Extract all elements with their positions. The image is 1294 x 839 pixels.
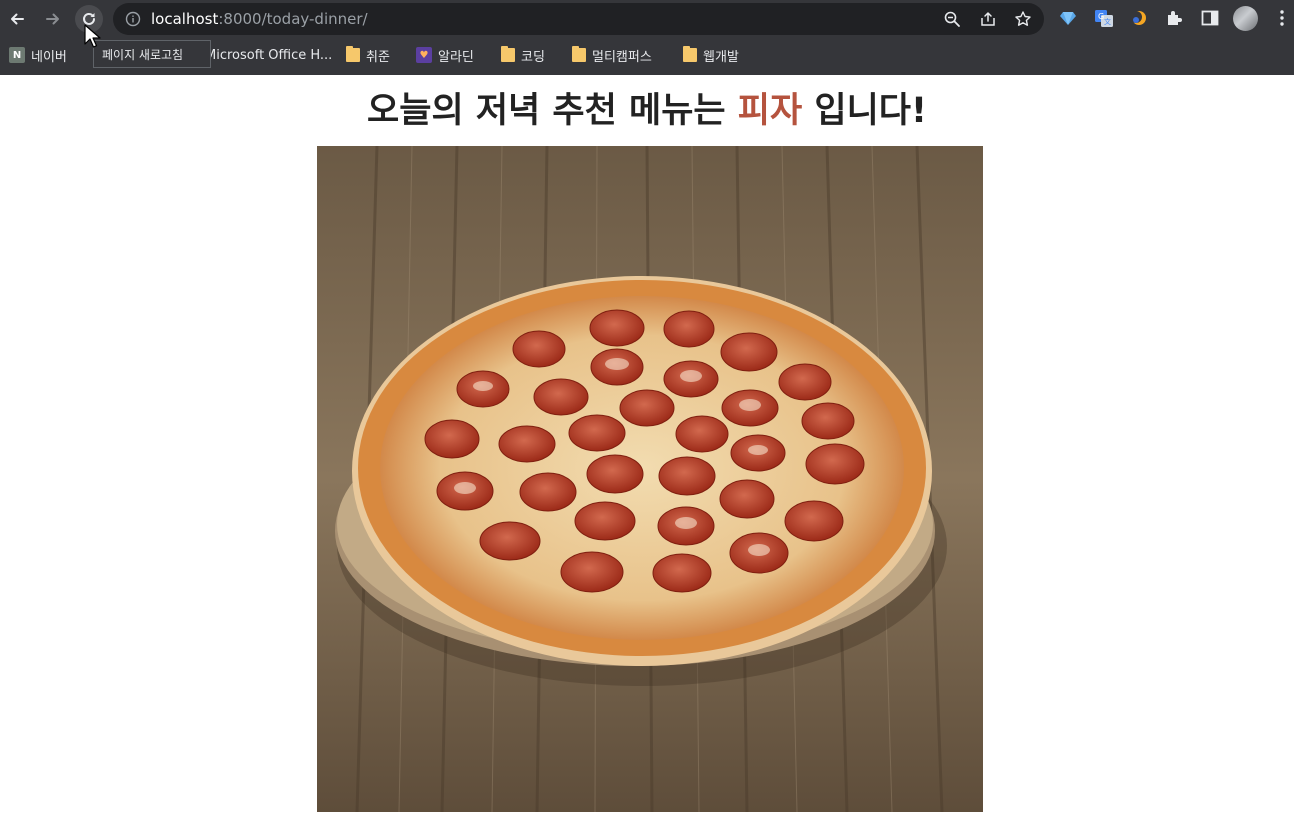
arrow-right-icon (46, 13, 59, 25)
zoom-icon[interactable] (943, 10, 961, 28)
folder-icon (572, 46, 586, 62)
site-info-icon[interactable] (125, 11, 141, 27)
url-host: localhost (151, 10, 219, 28)
aladin-icon: ♥ (416, 47, 432, 63)
url-path: :8000/today-dinner/ (218, 10, 368, 28)
menu-kebab-icon[interactable] (1272, 8, 1292, 28)
address-bar[interactable]: localhost:8000/today-dinner/ (113, 3, 1044, 35)
bookmark-label: Microsoft Office H... (205, 47, 333, 63)
profile-avatar[interactable] (1233, 6, 1258, 31)
bookmark-label: 네이버 (31, 49, 67, 65)
pizza-photo (317, 146, 983, 812)
folder-icon (501, 46, 515, 62)
mouse-pointer-icon (84, 24, 101, 48)
bookmark-label: 취준 (366, 49, 390, 65)
bookmark-star-icon[interactable] (1014, 10, 1032, 28)
naver-icon: N (9, 47, 25, 63)
menu-name: 피자 (737, 91, 803, 131)
back-button[interactable] (3, 5, 31, 33)
bookmark-label: 멀티캠퍼스 (592, 49, 652, 65)
moon-extension-icon[interactable] (1129, 8, 1149, 28)
extensions-puzzle-icon[interactable] (1164, 8, 1184, 28)
bookmark-folder-chwijun[interactable]: 취준 (346, 44, 390, 66)
bookmark-aladin[interactable]: ♥ 알라딘 (416, 44, 474, 66)
arrow-left-icon (11, 13, 24, 25)
svg-text:文: 文 (1104, 17, 1111, 26)
bookmark-label: 알라딘 (438, 49, 474, 65)
bookmark-folder-webdev[interactable]: 웹개발 (683, 44, 739, 66)
headline-suffix: 입니다! (802, 91, 927, 131)
share-icon[interactable] (979, 10, 997, 28)
folder-icon (683, 46, 697, 62)
url-text[interactable]: localhost:8000/today-dinner/ (151, 10, 368, 28)
bookmark-folder-multicampus[interactable]: 멀티캠퍼스 (572, 44, 652, 66)
browser-toolbar: localhost:8000/today-dinner/ G文 (0, 0, 1294, 38)
forward-button[interactable] (39, 5, 67, 33)
bookmark-office[interactable]: Microsoft Office H... (205, 44, 332, 66)
bookmark-folder-coding[interactable]: 코딩 (501, 44, 545, 66)
bookmark-label: 코딩 (521, 49, 545, 65)
page-headline: 오늘의 저녁 추천 메뉴는 피자 입니다! (0, 89, 1294, 133)
bookmark-naver[interactable]: N 네이버 (9, 44, 67, 66)
folder-icon (346, 46, 360, 62)
bookmark-label: 웹개발 (703, 49, 739, 65)
browser-chrome: localhost:8000/today-dinner/ G文 N 네이버 Mi… (0, 0, 1294, 75)
reload-tooltip: 페이지 새로고침 (93, 40, 211, 68)
gem-extension-icon[interactable] (1058, 8, 1078, 28)
translate-extension-icon[interactable]: G文 (1094, 8, 1114, 28)
side-panel-icon[interactable] (1200, 8, 1220, 28)
page-content: 오늘의 저녁 추천 메뉴는 피자 입니다! (0, 75, 1294, 839)
headline-prefix: 오늘의 저녁 추천 메뉴는 (367, 91, 738, 131)
